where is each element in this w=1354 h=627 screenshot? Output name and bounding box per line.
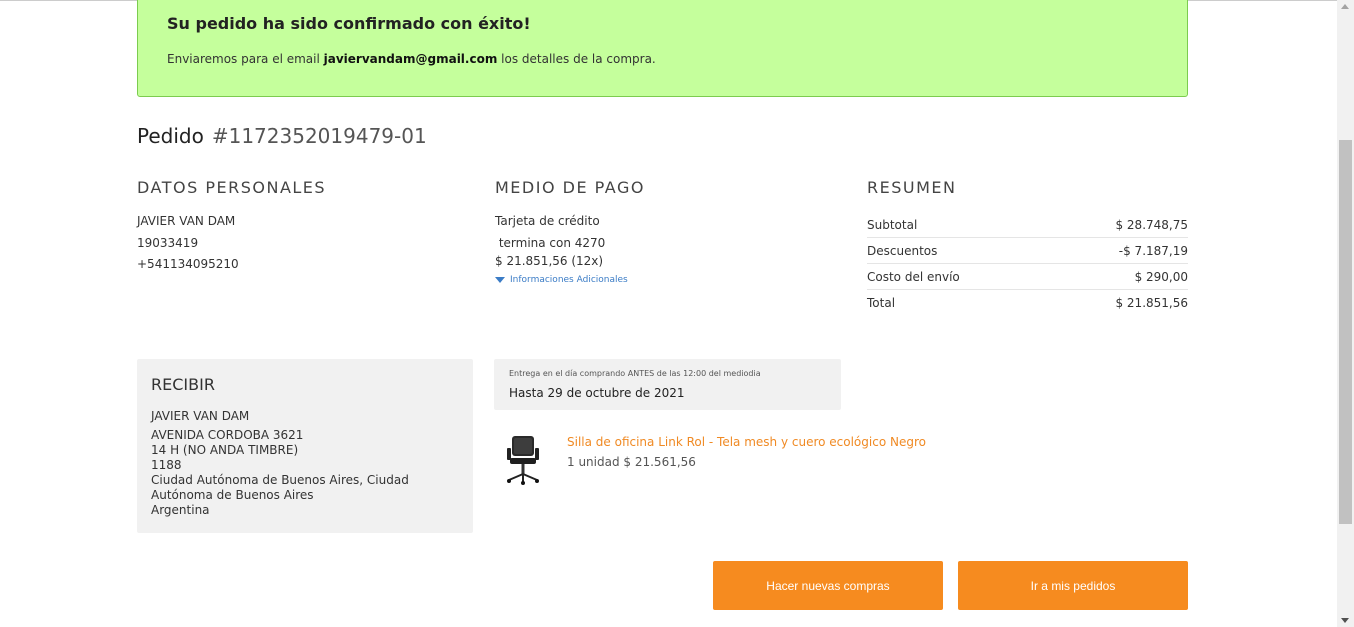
- address-line: AVENIDA CORDOBA 3621: [151, 428, 304, 442]
- office-chair-icon[interactable]: [503, 434, 543, 486]
- scroll-down-arrow-icon[interactable]: [1341, 618, 1349, 623]
- new-purchase-button[interactable]: Hacer nuevas compras: [713, 561, 943, 610]
- payment-method: Tarjeta de crédito: [495, 214, 600, 228]
- order-confirmation-page: Su pedido ha sido confirmado con éxito! …: [0, 0, 1337, 627]
- address-line: 14 H (NO ANDA TIMBRE): [151, 443, 299, 457]
- message-prefix: Enviaremos para el email: [167, 52, 324, 66]
- delivery-estimate-card: Entrega en el día comprando ANTES de las…: [494, 359, 841, 410]
- summary-row-shipping: Costo del envío $ 290,00: [867, 264, 1188, 290]
- summary-label: Costo del envío: [867, 269, 960, 284]
- summary-row-subtotal: Subtotal $ 28.748,75: [867, 212, 1188, 238]
- scroll-up-arrow-icon[interactable]: [1341, 4, 1349, 9]
- delivery-date: Hasta 29 de octubre de 2021: [509, 386, 685, 400]
- summary-value: $ 290,00: [1134, 269, 1188, 284]
- summary-value: -$ 7.187,19: [1118, 243, 1188, 258]
- order-label: Pedido: [137, 124, 204, 148]
- success-banner: Su pedido ha sido confirmado con éxito! …: [137, 0, 1188, 97]
- address-line: JAVIER VAN DAM: [151, 409, 250, 423]
- payment-amount: $ 21.851,56 (12x): [495, 254, 604, 268]
- summary-label: Descuentos: [867, 243, 938, 258]
- product-quantity-price: 1 unidad $ 21.561,56: [567, 455, 696, 469]
- order-heading: Pedido #1172352019479-01: [137, 124, 427, 148]
- summary-title: RESUMEN: [867, 178, 957, 197]
- vertical-scrollbar[interactable]: [1337, 0, 1354, 627]
- my-orders-button[interactable]: Ir a mis pedidos: [958, 561, 1188, 610]
- additional-info-label: Informaciones Adicionales: [510, 275, 628, 285]
- customer-document: 19033419: [137, 236, 199, 250]
- delivery-note: Entrega en el día comprando ANTES de las…: [509, 369, 761, 378]
- receive-title: RECIBIR: [151, 375, 215, 394]
- triangle-down-icon: [495, 276, 505, 283]
- personal-data-title: DATOS PERSONALES: [137, 178, 327, 197]
- message-suffix: los detalles de la compra.: [497, 52, 656, 66]
- summary-value: $ 28.748,75: [1115, 217, 1188, 232]
- scrollbar-thumb[interactable]: [1339, 140, 1352, 524]
- success-message: Enviaremos para el email javiervandam@gm…: [167, 52, 656, 66]
- confirmation-email: javiervandam@gmail.com: [323, 52, 498, 66]
- shipping-address: JAVIER VAN DAM AVENIDA CORDOBA 3621 14 H…: [151, 409, 467, 518]
- summary-label: Total: [867, 296, 896, 310]
- product-name-link[interactable]: Silla de oficina Link Rol - Tela mesh y …: [567, 435, 926, 449]
- customer-name: JAVIER VAN DAM: [137, 214, 236, 228]
- summary-label: Subtotal: [867, 217, 918, 232]
- shipping-address-card: RECIBIR JAVIER VAN DAM AVENIDA CORDOBA 3…: [137, 359, 473, 533]
- summary-row-discounts: Descuentos -$ 7.187,19: [867, 238, 1188, 264]
- address-line: 1188: [151, 458, 182, 472]
- order-number: #1172352019479-01: [211, 124, 427, 148]
- payment-method-title: MEDIO DE PAGO: [495, 178, 645, 197]
- customer-phone: +541134095210: [137, 257, 239, 271]
- address-line: Ciudad Autónoma de Buenos Aires, Ciudad …: [151, 473, 409, 502]
- summary-row-total: Total $ 21.851,56: [867, 290, 1188, 316]
- summary-value: $ 21.851,56: [1115, 296, 1188, 310]
- additional-info-link[interactable]: Informaciones Adicionales: [495, 275, 628, 285]
- success-title: Su pedido ha sido confirmado con éxito!: [167, 14, 531, 33]
- address-line: Argentina: [151, 503, 210, 517]
